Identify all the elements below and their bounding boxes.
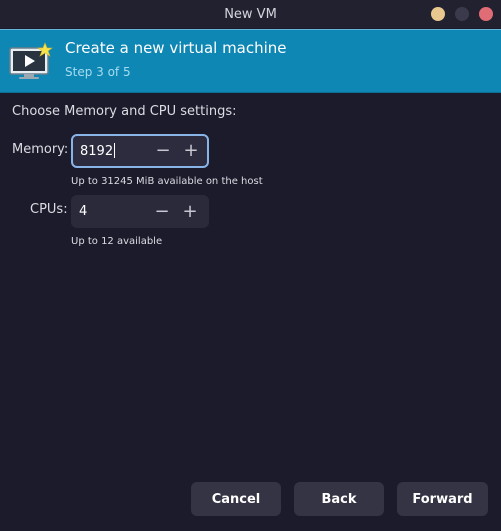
memory-label: Memory:: [12, 142, 69, 157]
titlebar: New VM: [0, 0, 501, 28]
cpus-decrement-button[interactable]: −: [148, 196, 176, 227]
cpus-label: CPUs:: [30, 202, 68, 217]
wizard-title: Create a new virtual machine: [65, 39, 287, 57]
text-caret: [114, 143, 116, 158]
memory-increment-button[interactable]: +: [177, 136, 205, 166]
section-heading: Choose Memory and CPU settings:: [12, 104, 237, 119]
forward-button[interactable]: Forward: [397, 482, 488, 516]
minimize-button[interactable]: [431, 7, 445, 21]
close-button[interactable]: [479, 7, 493, 21]
cpus-spinbox[interactable]: 4 − +: [71, 195, 209, 228]
cpus-input[interactable]: 4: [79, 204, 87, 219]
memory-hint: Up to 31245 MiB available on the host: [71, 176, 263, 187]
wizard-banner: Create a new virtual machine Step 3 of 5: [0, 29, 501, 93]
memory-spinbox[interactable]: 8192 − +: [71, 134, 209, 168]
memory-value: 8192: [80, 144, 114, 159]
window-title: New VM: [224, 6, 277, 22]
memory-decrement-button[interactable]: −: [149, 136, 177, 166]
new-vm-window: New VM Create a new virtual machine Step…: [0, 0, 501, 531]
cpus-increment-button[interactable]: +: [176, 196, 204, 227]
cpus-hint: Up to 12 available: [71, 236, 163, 247]
vm-screen-icon: [9, 42, 53, 79]
wizard-step: Step 3 of 5: [65, 65, 131, 79]
memory-input[interactable]: 8192: [80, 143, 116, 159]
maximize-button[interactable]: [455, 7, 469, 21]
back-button[interactable]: Back: [294, 482, 384, 516]
cancel-button[interactable]: Cancel: [191, 482, 281, 516]
